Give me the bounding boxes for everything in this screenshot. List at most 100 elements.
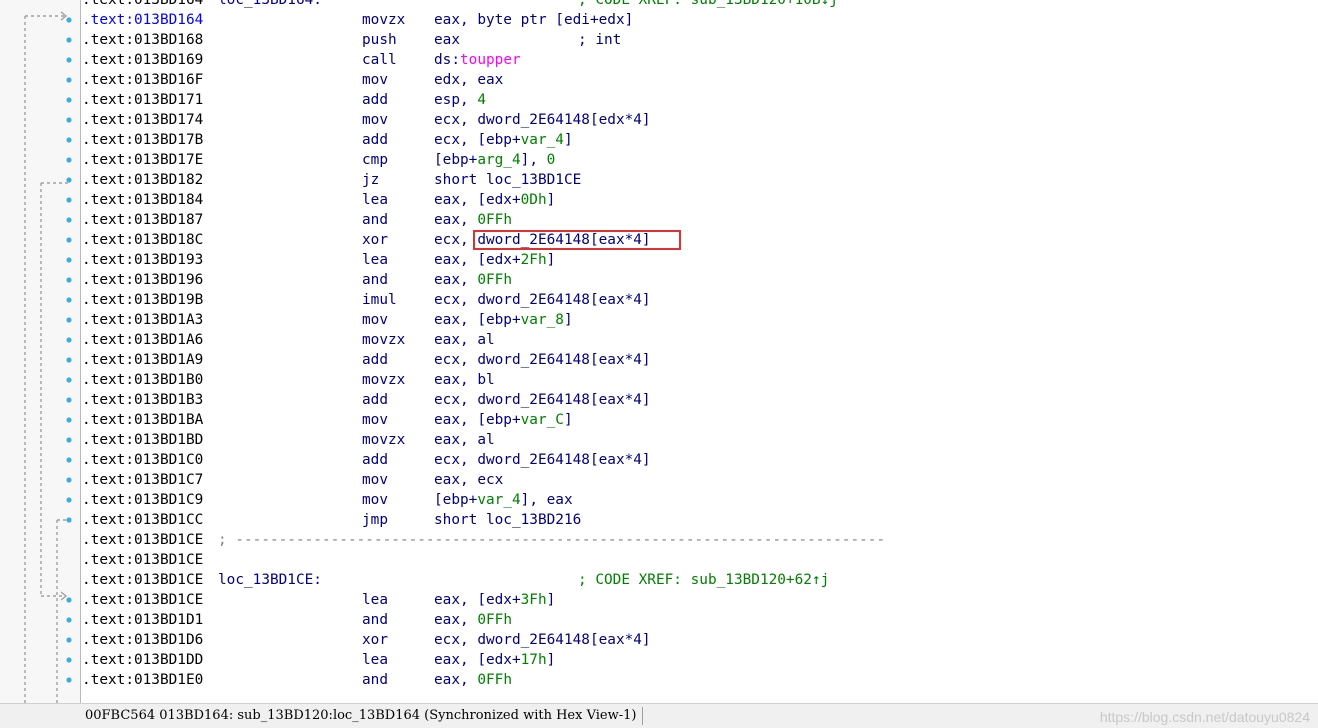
instruction-operands[interactable]: eax, 0FFh	[434, 270, 512, 290]
listing-row[interactable]: .text:013BD1CE lea eax, [edx+3Fh]	[82, 590, 1318, 610]
instruction-mnemonic[interactable]: imul	[362, 290, 397, 310]
listing-row[interactable]: .text:013BD1B3 add ecx, dword_2E64148[eax*…	[82, 390, 1318, 410]
instruction-mnemonic[interactable]: add	[362, 350, 388, 370]
instruction-operands[interactable]: eax, [ebp+var_8]	[434, 310, 573, 330]
instruction-operands[interactable]: ecx, dword_2E64148[eax*4]	[434, 630, 651, 650]
listing-row[interactable]: .text:013BD1CE ; ------------------------…	[82, 530, 1318, 550]
instruction-operands[interactable]: short loc_13BD216	[434, 510, 581, 530]
instruction-mnemonic[interactable]: lea	[362, 590, 388, 610]
instruction-operands[interactable]: ecx, dword_2E64148[eax*4]	[434, 350, 651, 370]
instruction-mnemonic[interactable]: mov	[362, 70, 388, 90]
instruction-operands[interactable]: ecx, [ebp+var_4]	[434, 130, 573, 150]
disassembly-listing[interactable]: .text:013BD164 loc_13BD164: ; CODE XREF: s…	[82, 0, 1318, 703]
instruction-operands[interactable]: eax, [edx+17h]	[434, 650, 555, 670]
listing-row[interactable]: .text:013BD1CC jmp short loc_13BD216	[82, 510, 1318, 530]
listing-row[interactable]: .text:013BD16F mov edx, eax	[82, 70, 1318, 90]
listing-row[interactable]: .text:013BD169 call ds:toupper	[82, 50, 1318, 70]
instruction-mnemonic[interactable]: jmp	[362, 510, 388, 530]
listing-row[interactable]: .text:013BD1C9 mov [ebp+var_4], eax	[82, 490, 1318, 510]
listing-row[interactable]: .text:013BD1A6 movzx eax, al	[82, 330, 1318, 350]
instruction-operands[interactable]: eax, al	[434, 430, 495, 450]
instruction-operands[interactable]: eax, 0FFh	[434, 610, 512, 630]
instruction-operands[interactable]: [ebp+var_4], eax	[434, 490, 573, 510]
listing-row[interactable]: .text:013BD1CE	[82, 550, 1318, 570]
instruction-operands[interactable]: ecx, dword_2E64148[eax*4]	[434, 290, 651, 310]
instruction-mnemonic[interactable]: add	[362, 450, 388, 470]
instruction-operands[interactable]: esp, 4	[434, 90, 486, 110]
instruction-operands[interactable]: eax, ecx	[434, 470, 503, 490]
listing-row[interactable]: .text:013BD168 push eax; int	[82, 30, 1318, 50]
instruction-mnemonic[interactable]: and	[362, 670, 388, 690]
listing-row[interactable]: .text:013BD1BD movzx eax, al	[82, 430, 1318, 450]
listing-row[interactable]: .text:013BD1C0 add ecx, dword_2E64148[eax*…	[82, 450, 1318, 470]
instruction-operands[interactable]: eax, 0FFh	[434, 670, 512, 690]
listing-row[interactable]: .text:013BD1D6 xor ecx, dword_2E64148[eax*…	[82, 630, 1318, 650]
instruction-operands[interactable]: eax, [edx+0Dh]	[434, 190, 555, 210]
listing-row[interactable]: .text:013BD1A9 add ecx, dword_2E64148[eax*…	[82, 350, 1318, 370]
instruction-mnemonic[interactable]: mov	[362, 110, 388, 130]
instruction-mnemonic[interactable]: and	[362, 610, 388, 630]
instruction-mnemonic[interactable]: add	[362, 90, 388, 110]
listing-row[interactable]: .text:013BD1C7 mov eax, ecx	[82, 470, 1318, 490]
instruction-operands[interactable]: eax, [ebp+var_C]	[434, 410, 573, 430]
operand-part: eax	[434, 32, 460, 48]
instruction-mnemonic[interactable]: mov	[362, 310, 388, 330]
listing-row[interactable]: .text:013BD164 loc_13BD164: ; CODE XREF: s…	[82, 0, 1318, 10]
listing-row[interactable]: .text:013BD182 jz short loc_13BD1CE	[82, 170, 1318, 190]
instruction-operands[interactable]: eax, [edx+2Fh]	[434, 250, 555, 270]
instruction-mnemonic[interactable]: jz	[362, 170, 379, 190]
listing-row[interactable]: .text:013BD196 and eax, 0FFh	[82, 270, 1318, 290]
listing-row[interactable]: .text:013BD193 lea eax, [edx+2Fh]	[82, 250, 1318, 270]
listing-row[interactable]: .text:013BD164 movzx eax, byte ptr [edi+ed…	[82, 10, 1318, 30]
instruction-dot	[66, 37, 72, 43]
listing-row[interactable]: .text:013BD18C xor ecx, dword_2E64148[eax*…	[82, 230, 1318, 250]
instruction-mnemonic[interactable]: movzx	[362, 370, 405, 390]
instruction-operands[interactable]: eax, 0FFh	[434, 210, 512, 230]
listing-row[interactable]: .text:013BD184 lea eax, [edx+0Dh]	[82, 190, 1318, 210]
listing-row[interactable]: .text:013BD1B0 movzx eax, bl	[82, 370, 1318, 390]
instruction-mnemonic[interactable]: and	[362, 270, 388, 290]
instruction-operands[interactable]: short loc_13BD1CE	[434, 170, 581, 190]
listing-row[interactable]: .text:013BD1D1 and eax, 0FFh	[82, 610, 1318, 630]
instruction-mnemonic[interactable]: xor	[362, 630, 388, 650]
listing-row[interactable]: .text:013BD1BA mov eax, [ebp+var_C]	[82, 410, 1318, 430]
listing-row[interactable]: .text:013BD171 add esp, 4	[82, 90, 1318, 110]
listing-row[interactable]: .text:013BD1E0 and eax, 0FFh	[82, 670, 1318, 690]
instruction-mnemonic[interactable]: cmp	[362, 150, 388, 170]
listing-row[interactable]: .text:013BD1A3 mov eax, [ebp+var_8]	[82, 310, 1318, 330]
instruction-operands[interactable]: eax, bl	[434, 370, 495, 390]
instruction-operands[interactable]: eax, byte ptr [edi+edx]	[434, 10, 633, 30]
instruction-mnemonic[interactable]: movzx	[362, 10, 405, 30]
instruction-operands[interactable]: edx, eax	[434, 70, 503, 90]
instruction-mnemonic[interactable]: and	[362, 210, 388, 230]
listing-row[interactable]: .text:013BD1DD lea eax, [edx+17h]	[82, 650, 1318, 670]
instruction-operands[interactable]: eax, al	[434, 330, 495, 350]
instruction-mnemonic[interactable]: xor	[362, 230, 388, 250]
listing-row[interactable]: .text:013BD17B add ecx, [ebp+var_4]	[82, 130, 1318, 150]
instruction-mnemonic[interactable]: add	[362, 390, 388, 410]
instruction-mnemonic[interactable]: lea	[362, 250, 388, 270]
row-address: .text:013BD1E0	[82, 672, 204, 688]
instruction-mnemonic[interactable]: mov	[362, 490, 388, 510]
listing-row[interactable]: .text:013BD174 mov ecx, dword_2E64148[edx*…	[82, 110, 1318, 130]
instruction-mnemonic[interactable]: call	[362, 50, 397, 70]
listing-row[interactable]: .text:013BD1CE loc_13BD1CE: ; CODE XREF: s…	[82, 570, 1318, 590]
instruction-mnemonic[interactable]: push	[362, 30, 397, 50]
instruction-mnemonic[interactable]: add	[362, 130, 388, 150]
instruction-mnemonic[interactable]: movzx	[362, 430, 405, 450]
instruction-operands[interactable]: [ebp+arg_4], 0	[434, 150, 555, 170]
instruction-operands[interactable]: ds:toupper	[434, 50, 521, 70]
instruction-mnemonic[interactable]: lea	[362, 650, 388, 670]
instruction-operands[interactable]: ecx, dword_2E64148[eax*4]	[434, 450, 651, 470]
listing-row[interactable]: .text:013BD19B imul ecx, dword_2E64148[eax…	[82, 290, 1318, 310]
listing-row[interactable]: .text:013BD187 and eax, 0FFh	[82, 210, 1318, 230]
listing-row[interactable]: .text:013BD17E cmp [ebp+arg_4], 0	[82, 150, 1318, 170]
instruction-operands[interactable]: ecx, dword_2E64148[edx*4]	[434, 110, 651, 130]
instruction-operands[interactable]: eax	[434, 30, 460, 50]
instruction-operands[interactable]: eax, [edx+3Fh]	[434, 590, 555, 610]
instruction-mnemonic[interactable]: mov	[362, 410, 388, 430]
instruction-mnemonic[interactable]: movzx	[362, 330, 405, 350]
instruction-mnemonic[interactable]: lea	[362, 190, 388, 210]
instruction-mnemonic[interactable]: mov	[362, 470, 388, 490]
instruction-operands[interactable]: ecx, dword_2E64148[eax*4]	[434, 390, 651, 410]
